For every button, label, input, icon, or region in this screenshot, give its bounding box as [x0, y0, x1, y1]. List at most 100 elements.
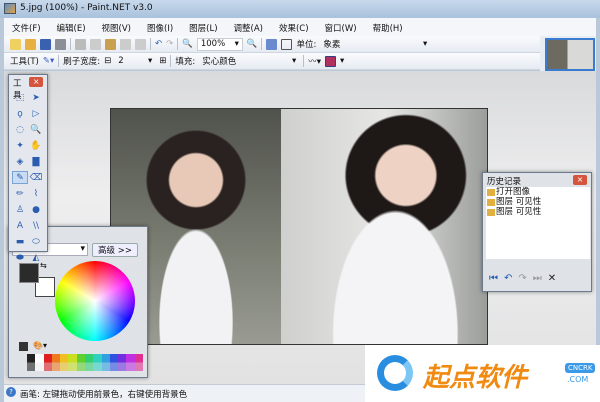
- history-window-title-bar: 历史记录 ×: [483, 173, 591, 187]
- paintbrush-icon[interactable]: ✎▾: [43, 56, 54, 66]
- watermark-logo: [377, 355, 413, 391]
- paintbrush-icon[interactable]: ✎: [12, 171, 28, 184]
- gradient-icon[interactable]: ▇: [28, 155, 44, 168]
- fill-combo[interactable]: 实心颜色 ▾: [199, 55, 299, 68]
- undo-icon[interactable]: ↶: [155, 39, 162, 49]
- tools-menu[interactable]: 工具(T): [10, 55, 39, 67]
- menu-adjustments[interactable]: 调整(A): [226, 22, 271, 36]
- zoom-icon[interactable]: 🔍: [28, 123, 44, 136]
- open-icon[interactable]: [25, 38, 36, 50]
- palette-swatch[interactable]: [84, 354, 94, 371]
- eraser-icon[interactable]: ⌫: [28, 171, 44, 184]
- palette-swatch[interactable]: [35, 354, 44, 371]
- freeform-shape-icon[interactable]: ◭: [28, 251, 44, 264]
- palette-swatch[interactable]: [27, 354, 36, 371]
- line-curve-icon[interactable]: \\: [28, 219, 44, 232]
- delete-history-icon[interactable]: ✕: [548, 273, 556, 287]
- more-button[interactable]: 高级 >>: [92, 243, 138, 257]
- chevron-down-icon: ▾: [340, 56, 345, 66]
- cut-icon[interactable]: [75, 38, 86, 50]
- new-icon[interactable]: [10, 38, 21, 50]
- menu-file[interactable]: 文件(F): [4, 22, 49, 36]
- palette-icon[interactable]: [19, 342, 28, 351]
- save-icon[interactable]: [40, 38, 51, 50]
- chevron-down-icon: ▾: [234, 39, 239, 49]
- deselect-icon[interactable]: [135, 38, 146, 50]
- close-icon[interactable]: ×: [573, 175, 587, 185]
- rounded-rectangle-icon[interactable]: ⬭: [28, 235, 44, 248]
- ellipse-icon[interactable]: ⬬: [12, 251, 28, 264]
- grid-icon[interactable]: [266, 38, 278, 50]
- move-selected-icon[interactable]: ▷: [28, 107, 44, 120]
- palette-swatch[interactable]: [101, 354, 110, 371]
- zoom-out-icon[interactable]: 🔍: [182, 39, 193, 49]
- history-item[interactable]: 打开图像: [486, 187, 590, 197]
- paste-icon[interactable]: [105, 38, 116, 50]
- move-selection-icon[interactable]: ➤: [28, 91, 44, 104]
- rectangle-icon[interactable]: ▬: [12, 235, 28, 248]
- primary-color-swatch[interactable]: [19, 263, 39, 283]
- history-item[interactable]: 图层 可见性: [486, 207, 590, 217]
- recolor-icon[interactable]: ●: [28, 203, 44, 216]
- palette-menu-icon[interactable]: 🎨▾: [33, 341, 47, 350]
- clone-stamp-icon[interactable]: ♙: [12, 203, 28, 216]
- palette-swatch[interactable]: [134, 354, 143, 371]
- window-title: 5.jpg (100%) - Paint.NET v3.0: [20, 3, 153, 13]
- brush-width-combo[interactable]: 2 ▾: [115, 55, 155, 68]
- redo-icon[interactable]: ↷: [518, 273, 526, 287]
- palette-swatch[interactable]: [68, 354, 77, 371]
- image-thumbnail[interactable]: [545, 38, 595, 71]
- chevron-down-icon: ▾: [291, 56, 297, 66]
- palette-swatch[interactable]: [51, 354, 61, 371]
- palette-swatch[interactable]: [43, 354, 52, 371]
- palette-swatch[interactable]: [118, 354, 127, 371]
- menu-help[interactable]: 帮助(H): [365, 22, 411, 36]
- menu-image[interactable]: 图像(I): [139, 22, 181, 36]
- rewind-icon[interactable]: ⏮: [489, 273, 498, 287]
- rect-select-icon[interactable]: ⬚: [12, 91, 28, 104]
- palette-swatch[interactable]: [126, 354, 135, 371]
- menu-window[interactable]: 窗口(W): [317, 22, 365, 36]
- redo-icon[interactable]: ↷: [166, 39, 173, 49]
- print-icon[interactable]: [55, 38, 66, 50]
- palette-swatch[interactable]: [76, 354, 85, 371]
- crop-icon[interactable]: [120, 38, 131, 50]
- history-list: 打开图像 图层 可见性 图层 可见性: [486, 187, 590, 259]
- blend-mode-icon[interactable]: [325, 55, 336, 67]
- image-canvas[interactable]: [110, 108, 488, 345]
- decrease-icon[interactable]: ⊟: [104, 56, 111, 66]
- antialias-icon[interactable]: 〰▾: [308, 55, 321, 67]
- undo-icon[interactable]: ↶: [504, 273, 512, 287]
- zoom-in-icon[interactable]: 🔍: [247, 39, 258, 49]
- paint-bucket-icon[interactable]: ◈: [12, 155, 28, 168]
- close-icon[interactable]: ×: [29, 77, 43, 87]
- color-wheel[interactable]: [55, 261, 135, 341]
- zoom-value: 100%: [200, 39, 226, 49]
- palette-swatch[interactable]: [60, 354, 69, 371]
- menu-layers[interactable]: 图层(L): [181, 22, 225, 36]
- fast-forward-icon[interactable]: ⏭: [533, 273, 542, 287]
- unit-combo[interactable]: 象素 ▾: [320, 38, 430, 51]
- watermark-text: 起点软件: [423, 363, 528, 393]
- menu-view[interactable]: 视图(V): [94, 22, 139, 36]
- palette-swatch[interactable]: [93, 354, 102, 371]
- color-palette: [27, 354, 143, 371]
- color-picker-icon[interactable]: ⌇: [28, 187, 44, 200]
- text-icon[interactable]: A: [12, 219, 28, 232]
- menu-effects[interactable]: 效果(C): [271, 22, 317, 36]
- lasso-icon[interactable]: ϙ: [12, 107, 28, 120]
- zoom-combo[interactable]: 100% ▾: [196, 37, 243, 51]
- pencil-icon[interactable]: ✏: [12, 187, 28, 200]
- copy-icon[interactable]: [90, 38, 101, 50]
- separator: [261, 38, 263, 50]
- menu-edit[interactable]: 编辑(E): [49, 22, 94, 36]
- status-text: 画笔: 左键拖动使用前景色，右键使用背景色: [20, 390, 188, 400]
- magic-wand-icon[interactable]: ✦: [12, 139, 28, 152]
- increase-icon[interactable]: ⊞: [159, 56, 166, 66]
- tool-options-toolbar: 工具(T) ✎▾ 刷子宽度: ⊟ 2 ▾ ⊞ 填充: 实心颜色 ▾ 〰▾ ▾: [4, 53, 540, 70]
- palette-swatch[interactable]: [109, 354, 119, 371]
- ellipse-select-icon[interactable]: ◌: [12, 123, 28, 136]
- history-item[interactable]: 图层 可见性: [486, 197, 590, 207]
- pan-icon[interactable]: ✋: [28, 139, 44, 152]
- ruler-icon[interactable]: [281, 38, 293, 50]
